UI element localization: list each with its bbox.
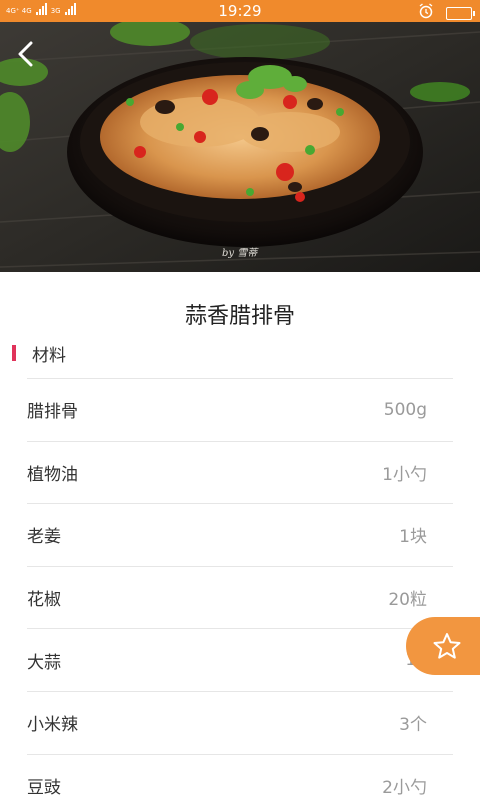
ingredient-name: 花椒 <box>27 590 61 611</box>
ingredient-quantity: 1块 <box>399 527 427 548</box>
favorite-button[interactable] <box>406 617 480 675</box>
ingredient-name: 腊排骨 <box>27 402 78 423</box>
ingredient-row: 小米辣 3个 <box>27 690 453 754</box>
ingredient-name: 大蒜 <box>27 652 61 673</box>
ingredient-name: 豆豉 <box>27 777 61 798</box>
ingredient-row: 植物油 1小勺 <box>27 440 453 504</box>
ingredient-row: 老姜 1块 <box>27 503 453 566</box>
ingredient-list: 腊排骨 500g 植物油 1小勺 老姜 1块 花椒 20粒 大蒜 18 小米辣 … <box>27 378 453 800</box>
ingredient-quantity: 1小勺 <box>382 464 427 485</box>
back-button[interactable] <box>10 38 42 70</box>
alarm-icon <box>418 3 434 23</box>
chevron-left-icon <box>18 41 33 67</box>
ingredient-row: 花椒 20粒 <box>27 565 453 629</box>
star-outline-icon <box>433 633 461 659</box>
battery-icon <box>446 6 475 20</box>
ingredient-name: 老姜 <box>27 527 61 548</box>
recipe-photo: by 雪蒂 <box>0 22 480 272</box>
section-marker <box>12 345 16 361</box>
ingredient-quantity: 500g <box>383 399 427 420</box>
recipe-title: 蒜香腊排骨 <box>184 304 295 329</box>
ingredient-quantity: 2小勺 <box>382 777 427 798</box>
status-bar: 4G⁺ 4G 3G 19:29 <box>0 0 480 22</box>
photo-watermark: by 雪蒂 <box>222 248 258 259</box>
ingredient-name: 小米辣 <box>27 715 78 736</box>
clock: 19:29 <box>218 2 262 20</box>
ingredient-row: 豆豉 2小勺 <box>27 753 453 800</box>
ingredients-section-header: 材料 <box>12 343 66 366</box>
ingredient-row: 大蒜 18 <box>27 628 453 691</box>
ingredient-name: 植物油 <box>27 464 78 485</box>
section-label: 材料 <box>32 345 66 366</box>
ingredient-row: 腊排骨 500g <box>27 378 453 441</box>
food-illustration <box>0 22 480 272</box>
ingredient-quantity: 3个 <box>399 715 427 736</box>
ingredient-quantity: 20粒 <box>388 590 427 611</box>
